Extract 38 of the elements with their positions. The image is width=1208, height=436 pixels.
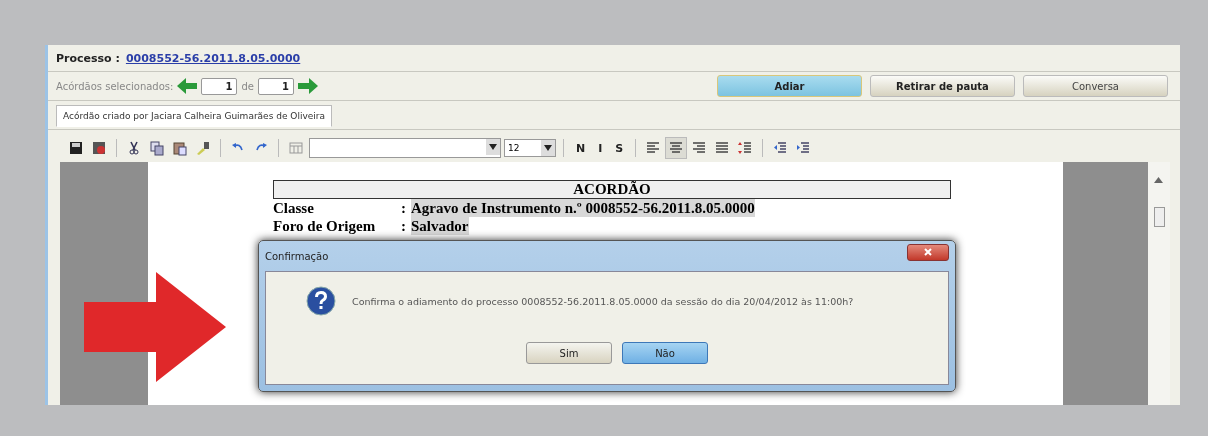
format-button[interactable]: I bbox=[593, 141, 608, 155]
close-button[interactable] bbox=[907, 243, 949, 261]
caret-icon bbox=[544, 145, 552, 151]
colon: : bbox=[401, 199, 406, 217]
document-title: ACORDÃO bbox=[273, 180, 951, 199]
dialog-title: Confirmação bbox=[265, 250, 329, 262]
font-size-select[interactable]: 12 bbox=[504, 139, 556, 157]
font-select[interactable] bbox=[309, 138, 501, 158]
dialog-button[interactable]: Não bbox=[622, 342, 708, 364]
close-icon bbox=[924, 248, 932, 256]
total-input[interactable]: 1 bbox=[257, 77, 294, 95]
question-icon bbox=[306, 286, 336, 316]
selected-rulings-label: Acórdãos selecionados: bbox=[56, 80, 174, 92]
of-label: de bbox=[241, 80, 254, 92]
process-number-link[interactable]: 0008552-56.2011.8.05.0000 bbox=[125, 51, 301, 65]
action-button[interactable]: Adiar bbox=[717, 75, 862, 97]
field-label: Classe bbox=[273, 199, 315, 217]
field-value: Salvador bbox=[411, 217, 469, 235]
ruling-tab[interactable]: Acórdão criado por Jaciara Calheira Guimarães de Oliveira bbox=[56, 105, 332, 127]
format-button[interactable]: N bbox=[571, 141, 591, 155]
scroll-up-icon[interactable] bbox=[1153, 177, 1163, 183]
field-value: Agravo de Instrumento n.º 0008552-56.2011.8.05.0000 bbox=[411, 199, 755, 217]
right-arrow-icon[interactable] bbox=[297, 78, 318, 94]
arrow-icon bbox=[84, 272, 226, 382]
action-button[interactable]: Conversa bbox=[1023, 75, 1168, 97]
caret-icon bbox=[489, 144, 497, 150]
scrollbar-thumb[interactable] bbox=[1153, 207, 1165, 227]
format-button[interactable]: S bbox=[610, 141, 629, 155]
process-label: Processo : bbox=[56, 51, 120, 65]
align-center-icon[interactable] bbox=[666, 138, 687, 158]
field-label: Foro de Origem bbox=[273, 217, 377, 235]
left-arrow-icon[interactable] bbox=[177, 78, 198, 94]
current-input[interactable]: 1 bbox=[201, 77, 238, 95]
colon: : bbox=[401, 217, 406, 235]
action-button[interactable]: Retirar de pauta bbox=[870, 75, 1015, 97]
dialog-message: Confirma o adiamento do processo 0008552-56.2011.8.05.0000 da sessão do dia 20/04/2012 às 11:00h? bbox=[352, 295, 854, 307]
copy-icon[interactable] bbox=[147, 138, 167, 158]
dialog-button[interactable]: Sim bbox=[526, 342, 612, 364]
